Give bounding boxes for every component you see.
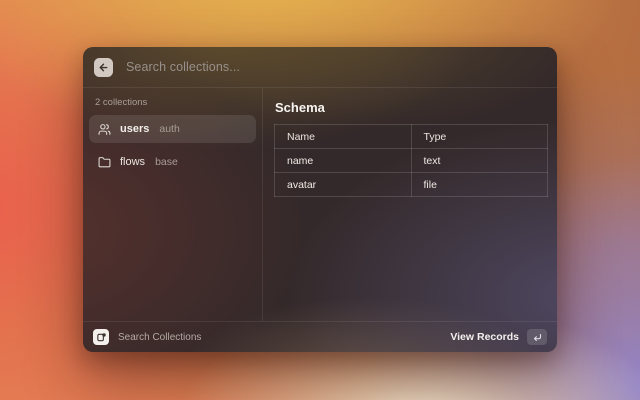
column-header-name: Name xyxy=(275,125,412,149)
arrow-left-icon xyxy=(98,62,109,73)
search-collections-window: Search collections... 2 collections xyxy=(83,47,557,352)
search-input[interactable]: Search collections... xyxy=(126,60,546,74)
panel-title: Schema xyxy=(275,100,548,115)
pocketbase-logo-icon xyxy=(93,329,109,345)
back-button[interactable] xyxy=(94,58,113,77)
field-name-cell: avatar xyxy=(275,173,412,197)
schema-table: Name Type name text avatar file xyxy=(274,124,548,197)
search-bar: Search collections... xyxy=(83,47,557,88)
footer-bar: Search Collections View Records xyxy=(83,321,557,352)
table-row: name text xyxy=(275,149,548,173)
field-name-cell: name xyxy=(275,149,412,173)
collection-name: flows xyxy=(120,156,145,168)
content-area: 2 collections users auth xyxy=(83,88,557,321)
users-icon xyxy=(98,123,111,136)
command-title-label: Search Collections xyxy=(118,332,201,343)
collection-name: users xyxy=(120,123,149,135)
folder-icon xyxy=(98,156,111,169)
view-records-button[interactable]: View Records xyxy=(450,331,519,343)
table-header-row: Name Type xyxy=(275,125,548,149)
desktop-wallpaper: Search collections... 2 collections xyxy=(0,0,640,400)
column-header-type: Type xyxy=(411,125,548,149)
collection-type-badge: auth xyxy=(159,123,179,135)
schema-panel: Schema Name Type name text xyxy=(263,88,557,321)
collection-type-badge: base xyxy=(155,156,178,168)
collections-count-label: 2 collections xyxy=(95,97,256,108)
field-type-cell: text xyxy=(411,149,548,173)
table-row: avatar file xyxy=(275,173,548,197)
return-key-icon[interactable] xyxy=(527,329,547,345)
sidebar-item-flows[interactable]: flows base xyxy=(89,148,256,176)
collections-sidebar: 2 collections users auth xyxy=(83,88,262,321)
field-type-cell: file xyxy=(411,173,548,197)
sidebar-item-users[interactable]: users auth xyxy=(89,115,256,143)
